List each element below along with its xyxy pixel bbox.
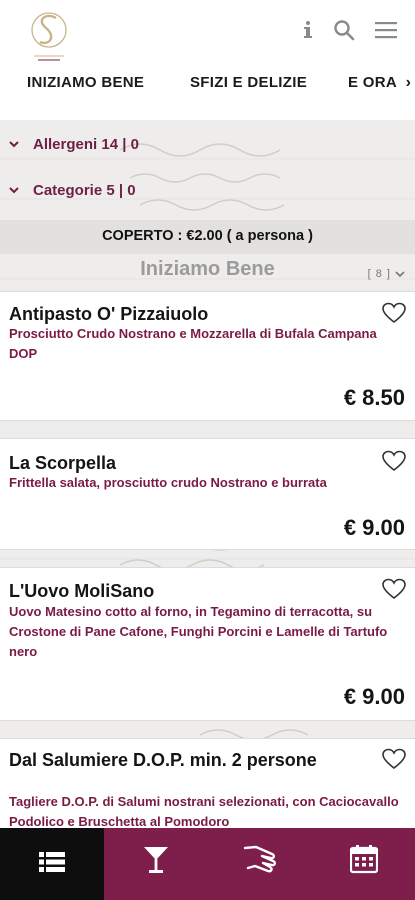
chevron-down-icon [9, 187, 19, 194]
menu-item-name: La Scorpella [9, 453, 117, 473]
favorite-heart-icon[interactable] [382, 450, 406, 472]
menu-item-description: Tagliere D.O.P. di Salumi nostrani selez… [9, 794, 399, 829]
nav-drinks[interactable] [104, 828, 208, 900]
chevron-down-icon [9, 141, 19, 148]
info-icon[interactable] [296, 18, 320, 42]
coperto-banner: COPERTO : €2.00 ( a persona ) [0, 220, 415, 254]
allergeni-filter[interactable]: Allergeni 14 | 0 [0, 124, 415, 168]
calendar-icon [350, 845, 378, 874]
favorite-heart-icon[interactable] [382, 748, 406, 770]
menu-item-card[interactable]: L'Uovo MoliSano Uovo Matesino cotto al f… [0, 567, 415, 721]
cocktail-glass-icon [144, 847, 168, 873]
menu-item-description: Uovo Matesino cotto al forno, in Tegamin… [9, 604, 388, 659]
menu-item-price: € 8.50 [343, 385, 405, 410]
hamburger-menu-icon[interactable] [374, 18, 398, 42]
menu-list-icon [39, 852, 65, 872]
menu-item-card[interactable]: La Scorpella Frittella salata, prosciutt… [0, 438, 415, 550]
restaurant-logo-icon[interactable] [26, 8, 72, 64]
tabs-scroll-right-icon[interactable]: › [406, 74, 411, 92]
bottom-navigation [0, 828, 415, 900]
nav-service[interactable] [208, 828, 312, 900]
serving-hand-icon [243, 845, 276, 873]
chevron-down-icon [395, 271, 405, 278]
search-icon[interactable] [332, 18, 356, 42]
favorite-heart-icon[interactable] [382, 578, 406, 600]
allergeni-label: Allergeni 14 | 0 [33, 136, 139, 153]
categorie-filter[interactable]: Categorie 5 | 0 [0, 170, 415, 214]
nav-booking[interactable] [312, 828, 415, 900]
menu-item-name: Dal Salumiere D.O.P. min. 2 persone [9, 750, 317, 770]
menu-item-card[interactable]: Antipasto O' Pizzaiuolo Prosciutto Crudo… [0, 291, 415, 421]
menu-item-description: Prosciutto Crudo Nostrano e Mozzarella d… [9, 326, 377, 361]
favorite-heart-icon[interactable] [382, 302, 406, 324]
tab-iniziamo-bene[interactable]: INIZIAMO BENE [27, 74, 144, 91]
menu-item-name: L'Uovo MoliSano [9, 581, 155, 601]
menu-item-description: Frittella salata, prosciutto crudo Nostr… [9, 475, 327, 490]
app-header: INIZIAMO BENE SFIZI E DELIZIE E ORA › [0, 0, 415, 120]
section-count: [ 8 ] [367, 268, 391, 280]
categorie-label: Categorie 5 | 0 [33, 182, 136, 199]
menu-item-price: € 9.00 [343, 515, 405, 540]
section-title: Iniziamo Bene [140, 258, 275, 280]
menu-item-name: Antipasto O' Pizzaiuolo [9, 304, 209, 324]
section-count-toggle[interactable]: [ 8 ] [368, 268, 405, 280]
tab-sfizi-e-delizie[interactable]: SFIZI E DELIZIE [190, 74, 307, 91]
tab-e-ora[interactable]: E ORA [348, 74, 397, 91]
nav-menu[interactable] [0, 828, 104, 900]
category-tabs: INIZIAMO BENE SFIZI E DELIZIE E ORA › [0, 66, 415, 100]
menu-item-price: € 9.00 [343, 684, 405, 709]
